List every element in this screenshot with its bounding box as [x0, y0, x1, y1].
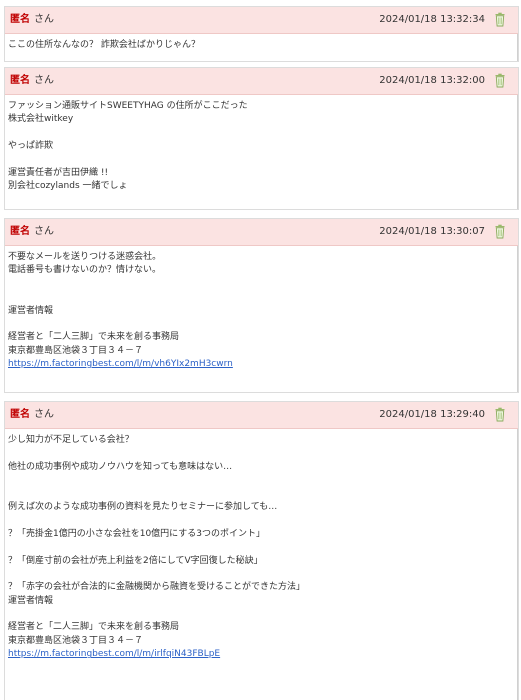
comment-post: 匿名 さん 2024/01/18 13:29:40 少し知力が不足している会社？ … — [4, 401, 519, 700]
comment-line — [8, 318, 518, 331]
divider — [517, 402, 518, 700]
comment-line — [8, 291, 518, 304]
comment-line — [8, 608, 518, 621]
author-name: 匿名 — [10, 75, 30, 86]
comment-line: 少し知力が不足している会社？ — [8, 435, 134, 445]
comment-line: 東京都豊島区池袋３丁目３４－７ — [8, 345, 144, 356]
comment-header: 匿名 さん 2024/01/18 13:32:00 — [5, 68, 518, 95]
comment-line: 経営者と「二人三脚」で未来を創る事務局 — [8, 332, 180, 343]
trash-icon[interactable] — [494, 12, 506, 27]
post-timestamp: 2024/01/18 13:30:07 — [379, 226, 485, 237]
comment-line — [8, 474, 518, 487]
comment-header: 匿名 さん 2024/01/18 13:29:40 — [5, 402, 518, 429]
comment-line — [8, 447, 518, 460]
comment-thread: 匿名 さん 2024/01/18 13:32:34 ここの住所なんなの？ 詐欺会社… — [0, 0, 521, 700]
comment-line: 運営者情報 — [8, 595, 54, 606]
author-name: 匿名 — [10, 226, 30, 237]
comment-line: 他社の成功事例や成功ノウハウを知っても意味はない… — [8, 461, 233, 472]
author-name: 匿名 — [10, 409, 30, 420]
comment-line: 電話番号も書けないのか？情けない。 — [8, 265, 162, 276]
comment-post: 匿名 さん 2024/01/18 13:32:34 ここの住所なんなの？ 詐欺会社… — [4, 6, 519, 62]
comment-line — [8, 154, 518, 167]
comment-line — [8, 514, 518, 527]
comment-line: 不要なメールを送りつける迷惑会社。 — [8, 252, 162, 262]
comment-post: 匿名 さん 2024/01/18 13:32:00 ファッション通販サイトSWEE… — [4, 67, 519, 210]
author-label: 匿名 さん — [10, 75, 54, 87]
author-suffix: さん — [34, 226, 54, 237]
comment-line: やっぱ詐欺 — [8, 141, 54, 152]
comment-line: ここの住所なんなの？ 詐欺会社ばかりじゃん？ — [8, 40, 201, 50]
author-label: 匿名 さん — [10, 226, 54, 238]
comment-line — [8, 541, 518, 554]
post-link[interactable]: https://m.factoringbest.com/l/m/vh6YIx2m… — [8, 358, 518, 371]
trash-icon[interactable] — [494, 407, 506, 422]
comment-body: 不要なメールを送りつける迷惑会社。 電話番号も書けないのか？情けない。 運営者情… — [5, 246, 518, 372]
comment-post: 匿名 さん 2024/01/18 13:30:07 不要なメールを送りつける迷惑会… — [4, 218, 519, 393]
comment-line — [8, 488, 518, 501]
comment-line: 東京都豊島区池袋３丁目３４－７ — [8, 635, 144, 646]
comment-body: ファッション通販サイトSWEETYHAG の住所がここだった 株式会社witke… — [5, 95, 518, 194]
post-timestamp: 2024/01/18 13:32:34 — [379, 14, 485, 25]
comment-line: 例えば次のような成功事例の資料を見たりセミナーに参加しても… — [8, 501, 278, 512]
comment-line: ？「売掛金1億円の小さな会社を10億円にする3つのポイント」 — [8, 528, 265, 539]
author-suffix: さん — [34, 409, 54, 420]
author-suffix: さん — [34, 14, 54, 25]
trash-icon[interactable] — [494, 73, 506, 88]
comment-line — [8, 568, 518, 581]
post-link[interactable]: https://m.factoringbest.com/l/m/irlfqiN4… — [8, 648, 518, 661]
post-timestamp: 2024/01/18 13:32:00 — [379, 75, 485, 86]
author-label: 匿名 さん — [10, 409, 54, 421]
trash-icon[interactable] — [494, 224, 506, 239]
author-suffix: さん — [34, 75, 54, 86]
comment-line — [8, 127, 518, 140]
comment-line: 運営責任者が吉田伊織 !! — [8, 167, 109, 178]
comment-line: ？「倒産寸前の会社が売上利益を2倍にしてV字回復した秘訣」 — [8, 555, 263, 566]
comment-header: 匿名 さん 2024/01/18 13:30:07 — [5, 219, 518, 246]
comment-line: 運営者情報 — [8, 305, 54, 316]
comment-body: ここの住所なんなの？ 詐欺会社ばかりじゃん？ — [5, 34, 518, 52]
comment-header: 匿名 さん 2024/01/18 13:32:34 — [5, 7, 518, 34]
comment-line: ？「赤字の会社が合法的に金融機関から融資を受けることができた方法」 — [8, 582, 306, 593]
comment-body: 少し知力が不足している会社？ 他社の成功事例や成功ノウハウを知っても意味はない…… — [5, 429, 518, 662]
comment-line — [8, 278, 518, 291]
author-label: 匿名 さん — [10, 14, 54, 26]
author-name: 匿名 — [10, 14, 30, 25]
comment-line: 経営者と「二人三脚」で未来を創る事務局 — [8, 622, 180, 633]
comment-line: ファッション通販サイトSWEETYHAG の住所がここだった — [8, 101, 248, 111]
post-timestamp: 2024/01/18 13:29:40 — [379, 409, 485, 420]
comment-line: 別会社cozylands 一緒でしょ — [8, 181, 128, 192]
comment-line: 株式会社witkey — [8, 114, 74, 125]
